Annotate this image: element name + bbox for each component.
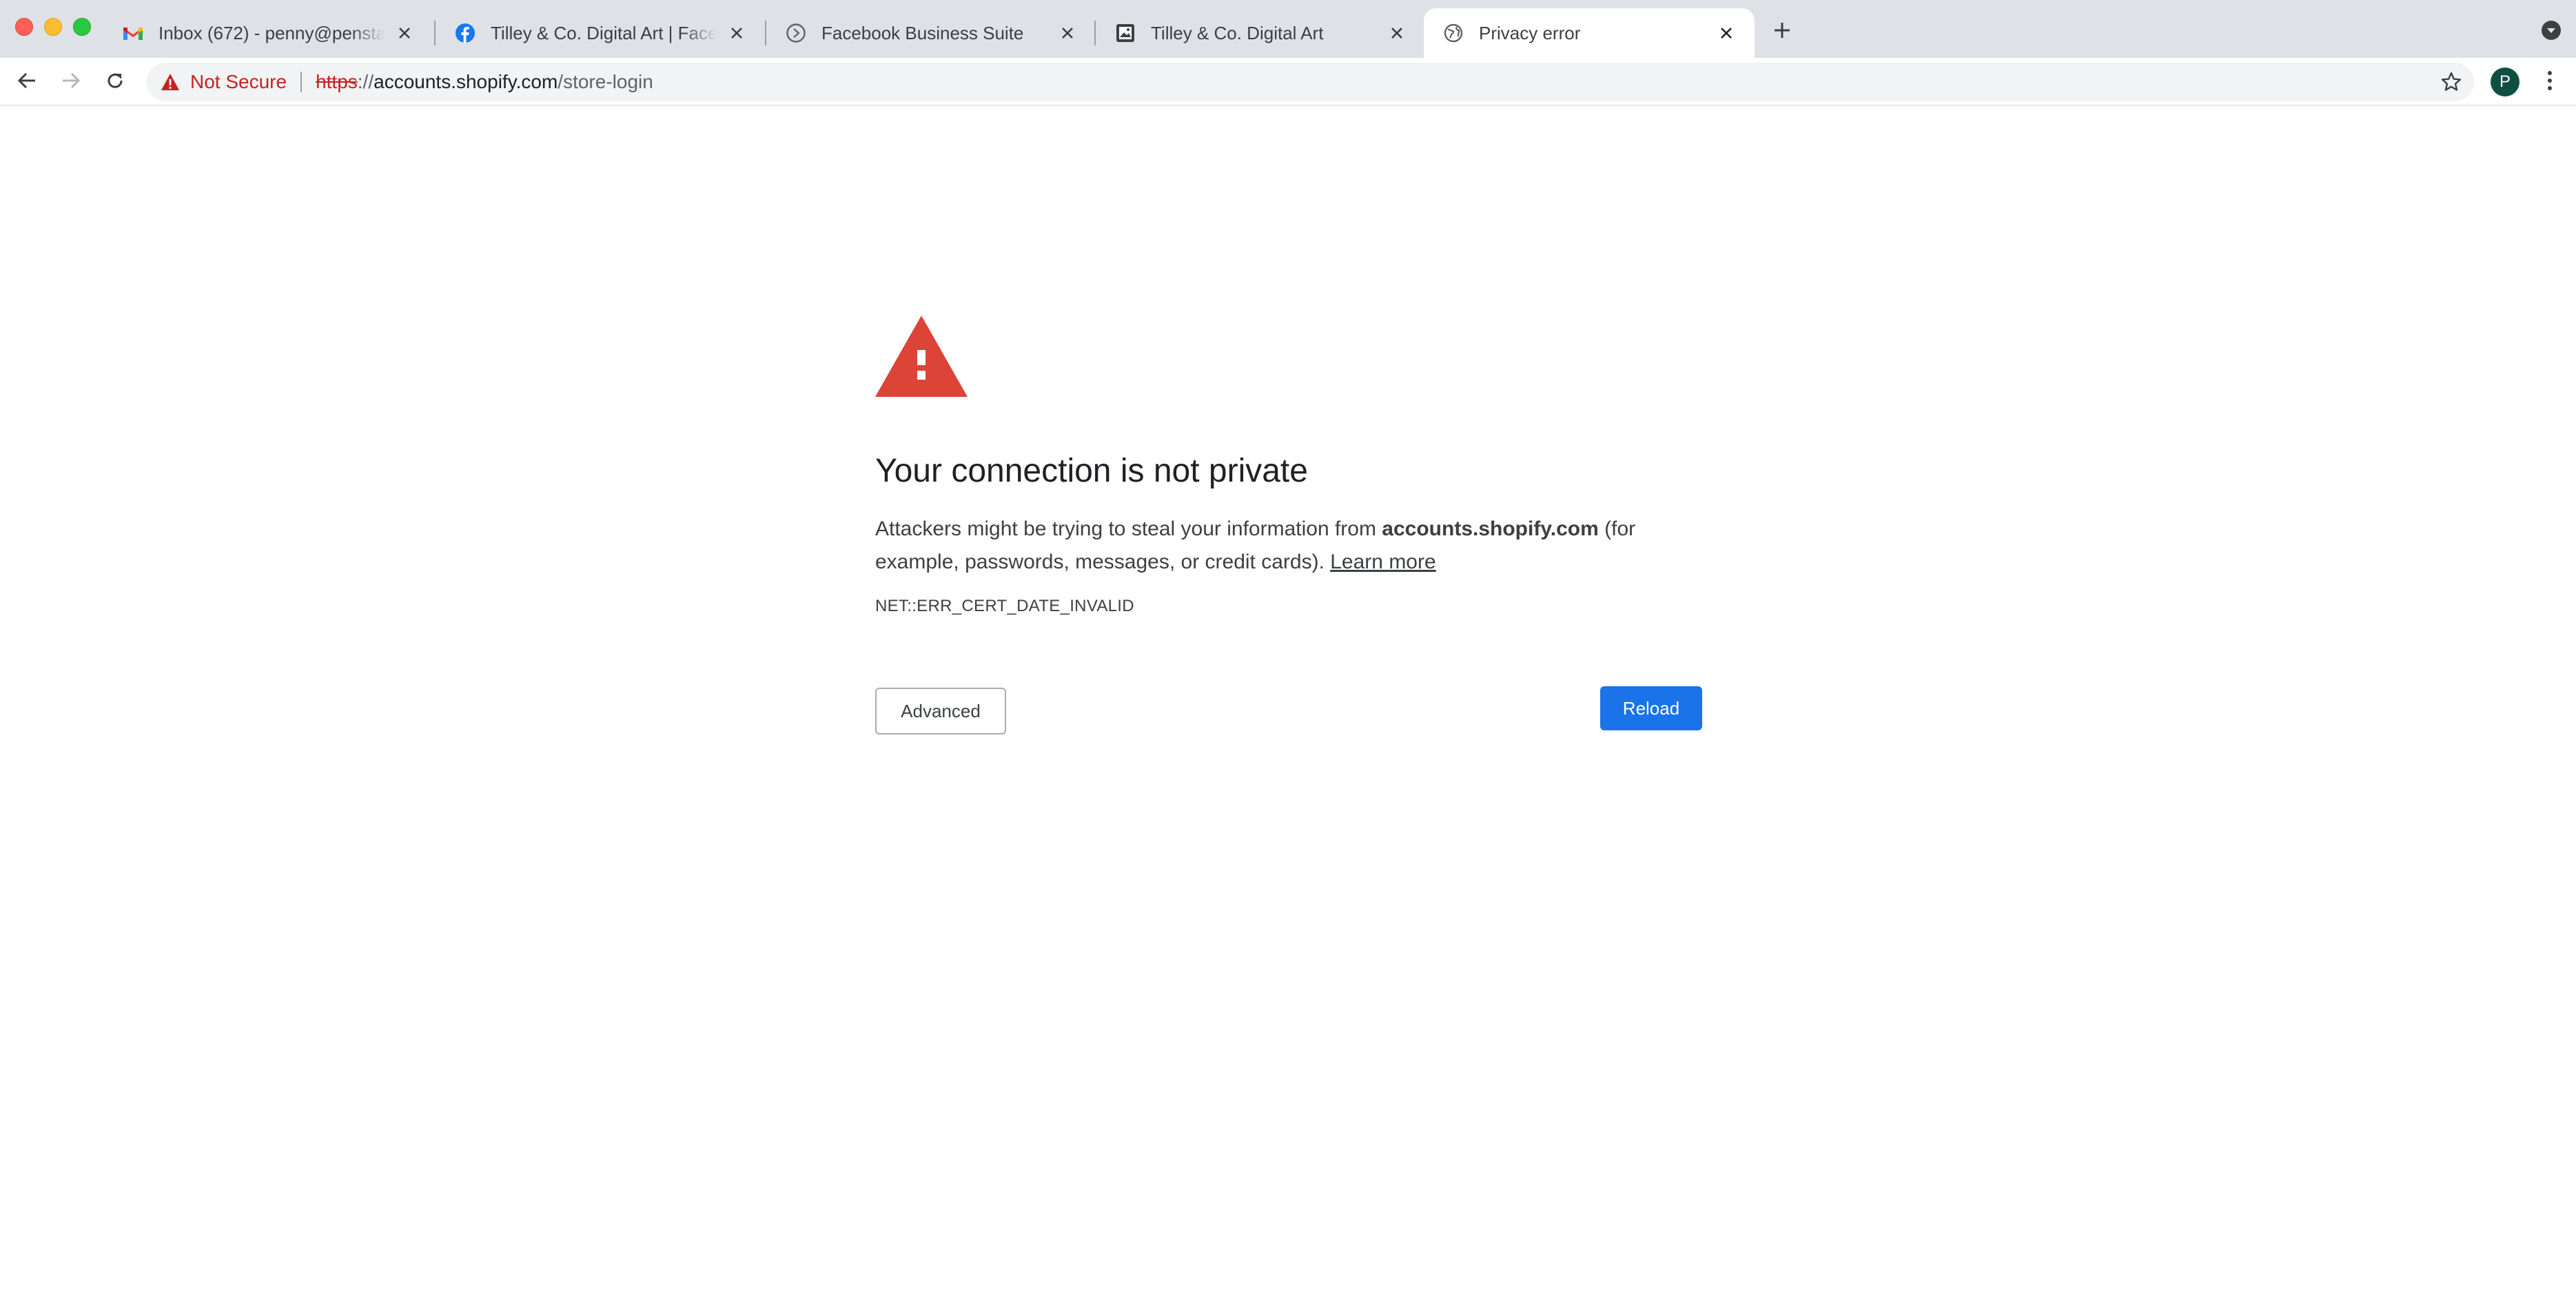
url-path: /store-login: [558, 71, 653, 92]
close-icon[interactable]: [394, 23, 415, 43]
shop-icon: [1115, 23, 1136, 43]
arrow-left-icon: [16, 70, 38, 95]
not-secure-label[interactable]: Not Secure: [190, 71, 287, 93]
tab-shop[interactable]: Tilley & Co. Digital Art: [1096, 8, 1425, 58]
tab-strip: Inbox (672) - penny@penstardi Tilley & C…: [0, 0, 2576, 58]
browser-window: Inbox (672) - penny@penstardi Tilley & C…: [0, 0, 2576, 1305]
close-icon[interactable]: [1716, 23, 1737, 43]
new-tab-button[interactable]: [1768, 18, 1796, 45]
tab-title: Facebook Business Suite: [821, 22, 1024, 43]
url-separator: ://: [357, 71, 374, 92]
forward-button[interactable]: [55, 66, 87, 98]
facebook-icon: [455, 23, 476, 43]
close-window-button[interactable]: [15, 18, 33, 36]
tab-title: Tilley & Co. Digital Art | Facebook: [491, 22, 717, 43]
error-code: NET::ERR_CERT_DATE_INVALID: [875, 597, 1134, 615]
toolbar: Not Secure https://accounts.shopify.com /…: [0, 58, 2576, 106]
tab-privacy-error[interactable]: Privacy error: [1424, 8, 1755, 58]
reload-button[interactable]: Reload: [1600, 686, 1702, 730]
tab-title: Inbox (672) - penny@penstardi: [159, 22, 385, 43]
page-content: Your connection is not private Attackers…: [0, 107, 2576, 1305]
explain-text-before: Attackers might be trying to steal your …: [875, 517, 1382, 540]
tab-title: Tilley & Co. Digital Art: [1151, 22, 1324, 43]
tab-facebook[interactable]: Tilley & Co. Digital Art | Facebook: [436, 8, 765, 58]
learn-more-link[interactable]: Learn more: [1330, 551, 1435, 573]
window-controls: [15, 18, 91, 36]
reload-page-button[interactable]: [99, 66, 131, 98]
error-explanation: Attackers might be trying to steal your …: [875, 513, 1702, 579]
url-host: accounts.shopify.com: [374, 71, 558, 92]
bookmark-star-icon[interactable]: [2440, 70, 2463, 94]
warning-triangle-icon: [875, 316, 968, 397]
tab-business-suite[interactable]: Facebook Business Suite: [766, 8, 1096, 58]
action-buttons: Advanced Reload: [875, 686, 1702, 736]
tab-gmail[interactable]: Inbox (672) - penny@penstardi: [103, 8, 433, 58]
close-icon[interactable]: [1057, 23, 1078, 43]
arrow-right-icon: [60, 70, 82, 95]
privacy-error-interstitial: Your connection is not private Attackers…: [875, 316, 1702, 736]
url-scheme: https: [316, 71, 358, 92]
close-icon[interactable]: [726, 23, 747, 43]
chevron-down-icon: [2541, 20, 2562, 44]
close-icon[interactable]: [1387, 23, 1407, 43]
profile-avatar[interactable]: P: [2491, 68, 2519, 96]
globe-icon: [1443, 23, 1464, 43]
refresh-icon: [104, 70, 126, 95]
gmail-icon: [123, 23, 143, 43]
explain-host: accounts.shopify.com: [1382, 517, 1599, 540]
minimize-window-button[interactable]: [44, 18, 62, 36]
browser-menu-button[interactable]: [2536, 68, 2564, 96]
plus-icon: [1772, 21, 1792, 43]
tab-search-button[interactable]: [2539, 19, 2564, 44]
business-suite-icon: [786, 23, 806, 43]
warning-icon[interactable]: [160, 72, 181, 92]
back-button[interactable]: [11, 66, 43, 98]
omnibox-divider: [300, 72, 303, 92]
tab-title: Privacy error: [1479, 22, 1581, 43]
advanced-button[interactable]: Advanced: [875, 688, 1006, 734]
kebab-menu-icon: [2546, 70, 2553, 95]
page-title: Your connection is not private: [875, 453, 1308, 489]
zoom-window-button[interactable]: [73, 18, 91, 36]
address-bar[interactable]: Not Secure https://accounts.shopify.com /…: [146, 63, 2474, 101]
